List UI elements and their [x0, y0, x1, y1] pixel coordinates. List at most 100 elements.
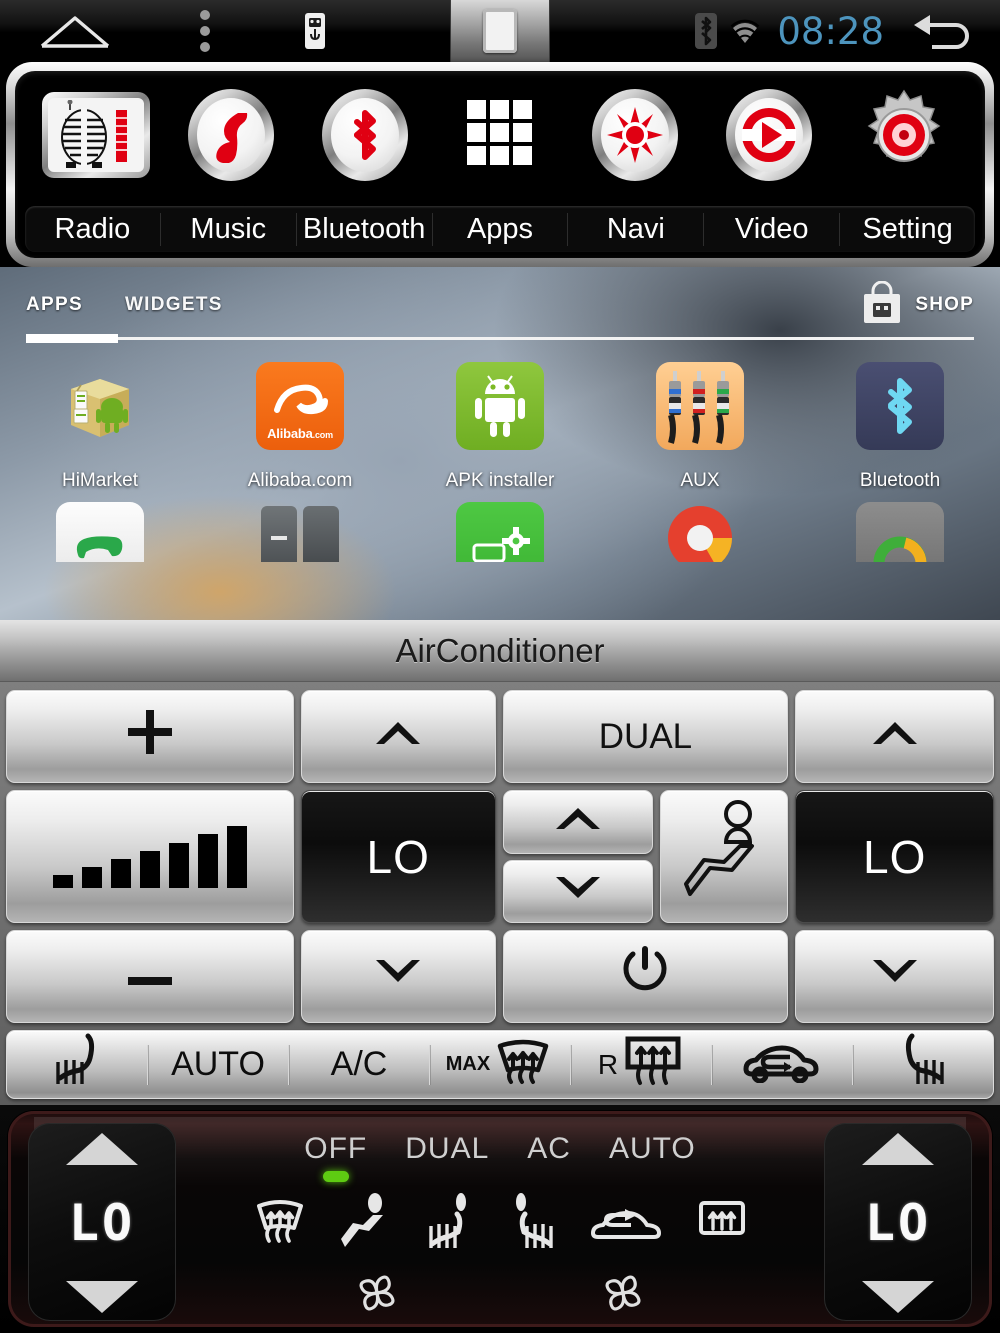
tab-apps[interactable]: APPS [26, 294, 83, 316]
front-defrost-icon[interactable] [251, 1194, 309, 1255]
source-button-bluetooth[interactable] [298, 89, 433, 181]
app-item-calculator[interactable] [200, 502, 400, 562]
hw-mode-off-led [322, 1171, 349, 1182]
hw-mode-off[interactable]: OFF [304, 1132, 367, 1182]
source-label-setting[interactable]: Setting [839, 212, 975, 246]
source-button-apps[interactable] [433, 98, 568, 173]
chevron-up-icon [372, 716, 424, 757]
ac-row-1: DUAL [6, 690, 994, 784]
source-button-navi[interactable] [567, 89, 702, 181]
source-label-bluetooth[interactable]: Bluetooth [295, 212, 432, 246]
hw-right-temp-cluster: LO [824, 1123, 972, 1321]
source-label-music[interactable]: Music [159, 212, 296, 246]
android-robot-icon [456, 362, 544, 450]
right-temp-display: LO [795, 790, 994, 924]
volume-down-button[interactable] [6, 930, 294, 1024]
volume-up-button[interactable] [6, 690, 294, 784]
ac-button[interactable]: A/C [289, 1031, 429, 1098]
play-circle-icon [726, 89, 813, 181]
fan-right-icon[interactable] [600, 1271, 646, 1322]
seat-heat-left-button[interactable] [7, 1031, 147, 1098]
hw-right-temp-down-button[interactable] [862, 1281, 934, 1313]
blower-down-button[interactable] [502, 859, 653, 924]
radio-icon [42, 92, 151, 178]
hardware-climate-panel: LO OFF DUAL AC AUTO LO [0, 1105, 1000, 1333]
source-button-video[interactable] [702, 89, 837, 181]
app-item-gallery[interactable] [800, 502, 1000, 562]
app-item-himarket[interactable]: HiMarket [0, 362, 200, 492]
app-item-car-settings[interactable] [400, 502, 600, 562]
gear-icon [858, 89, 950, 181]
recents-square-icon[interactable] [450, 0, 550, 62]
source-button-setting[interactable] [836, 89, 971, 181]
app-icon-wrap: Alibaba.com [256, 362, 344, 458]
back-arrow-icon[interactable] [900, 0, 986, 62]
rear-defrost-icon[interactable] [695, 1195, 749, 1254]
hw-right-temp-display: LO [864, 1194, 932, 1252]
fan-speed-button[interactable] [6, 790, 294, 924]
hw-left-temp-cluster: LO [28, 1123, 176, 1321]
airflow-body-icon[interactable] [337, 1191, 395, 1258]
dual-button[interactable]: DUAL [502, 690, 789, 784]
gallery-icon [856, 502, 944, 562]
calculator-icon [256, 502, 344, 562]
source-label-radio[interactable]: Radio [25, 213, 160, 246]
hw-left-temp-up-button[interactable] [66, 1133, 138, 1165]
seat-heater-left-icon[interactable] [423, 1192, 477, 1257]
tab-widgets[interactable]: WIDGETS [125, 294, 223, 316]
source-button-radio[interactable] [29, 92, 164, 178]
blower-up-button[interactable] [502, 790, 653, 854]
app-item-apk-installer[interactable]: APK installer [400, 362, 600, 492]
tab-underline [26, 334, 974, 343]
power-icon [621, 944, 669, 1009]
hw-function-icons [184, 1177, 816, 1271]
hw-mode-ac[interactable]: AC [527, 1132, 571, 1166]
shop-button[interactable]: SHOP [861, 280, 974, 330]
airflow-mode-button[interactable] [659, 790, 789, 924]
chevron-down-icon [552, 872, 604, 912]
hw-mode-auto[interactable]: AUTO [609, 1132, 696, 1166]
right-temp-up-button[interactable] [795, 690, 994, 784]
app-item-phone[interactable] [0, 502, 200, 562]
rear-defrost-icon [622, 1033, 684, 1096]
app-item-bluetooth[interactable]: Bluetooth [800, 362, 1000, 492]
recirculation-button[interactable] [712, 1031, 852, 1098]
app-icon-wrap [56, 362, 144, 458]
hardware-panel-frame: LO OFF DUAL AC AUTO LO [8, 1111, 992, 1327]
home-icon[interactable] [0, 0, 150, 62]
source-label-video[interactable]: Video [703, 212, 839, 246]
ac-toolbar: AUTO A/C MAX R [6, 1030, 994, 1099]
app-label: HiMarket [61, 470, 138, 491]
usb-icon[interactable] [260, 0, 370, 62]
app-item-aux[interactable]: AUX [600, 362, 800, 492]
rear-defrost-button[interactable]: R [571, 1031, 711, 1098]
app-item-browser[interactable] [600, 502, 800, 562]
alibaba-icon: Alibaba.com [256, 362, 344, 450]
hw-mode-dual[interactable]: DUAL [405, 1132, 489, 1166]
hw-left-temp-down-button[interactable] [66, 1281, 138, 1313]
source-button-music[interactable] [164, 89, 299, 181]
app-label: APK installer [445, 470, 555, 491]
source-label-apps[interactable]: Apps [431, 212, 568, 246]
left-temp-down-button[interactable] [300, 930, 496, 1024]
source-label-navi[interactable]: Navi [567, 212, 703, 246]
overflow-menu-icon[interactable] [150, 0, 260, 62]
right-temp-down-button[interactable] [795, 930, 994, 1024]
fan-left-icon[interactable] [354, 1271, 400, 1322]
auto-button[interactable]: AUTO [148, 1031, 288, 1098]
left-temp-up-button[interactable] [300, 690, 496, 784]
recirculation-car-icon[interactable] [587, 1199, 667, 1250]
app-item-alibaba[interactable]: Alibaba.com Alibaba.com [200, 362, 400, 492]
seat-heat-right-button[interactable] [853, 1031, 993, 1098]
app-label: Bluetooth [859, 470, 941, 491]
tab-underline-active [26, 334, 118, 343]
minus-icon [124, 957, 176, 997]
power-button[interactable] [502, 930, 789, 1024]
phone-icon [56, 502, 144, 562]
music-note-icon [187, 89, 274, 181]
hw-right-temp-up-button[interactable] [862, 1133, 934, 1165]
max-defrost-button[interactable]: MAX [430, 1031, 570, 1098]
app-label: Alibaba.com [247, 470, 353, 491]
seat-heater-right-icon[interactable] [505, 1192, 559, 1257]
app-label: AUX [680, 470, 720, 491]
